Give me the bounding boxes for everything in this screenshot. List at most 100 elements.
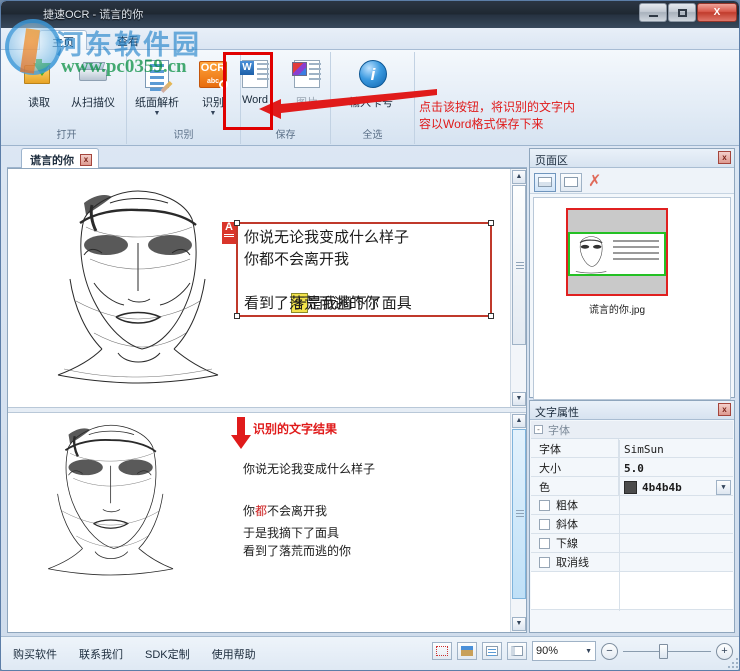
scroll-up-arrow-icon[interactable]: ▲ [512, 170, 526, 184]
ocr-text-zone[interactable]: A 你说无论我变成什么样子 你都不会离开我 于是我摘下了面具 看到了落荒而逃的你 [222, 220, 494, 319]
checkbox-row-underline[interactable]: 下線 [531, 534, 733, 553]
close-icon[interactable]: x [718, 151, 731, 164]
ribbon-button-label: 从扫描仪 [71, 97, 115, 109]
resize-handle[interactable] [234, 313, 240, 319]
recognized-text-line[interactable]: 你都不会离开我 [243, 503, 503, 520]
chevron-down-icon[interactable]: ▼ [585, 648, 592, 655]
checkbox-label: 粗体 [556, 500, 578, 512]
page-thumbnail-item[interactable]: 谎言的你.jpg [566, 208, 668, 316]
property-key: 大小 [531, 458, 619, 476]
thumbnail-text-lines [613, 240, 659, 264]
page-thumbnail-list[interactable]: 谎言的你.jpg [533, 197, 731, 400]
scroll-up-arrow-icon[interactable]: ▲ [512, 414, 526, 428]
source-pane-scrollbar[interactable]: ▲ ▼ [510, 169, 526, 407]
checkbox-row-strikethrough[interactable]: 取消线 [531, 553, 733, 572]
view-mode-split-button[interactable] [507, 642, 527, 660]
resize-grip-icon[interactable] [728, 658, 738, 668]
checkbox[interactable] [539, 518, 550, 530]
checkbox[interactable] [539, 499, 550, 511]
scrollbar-thumb[interactable] [512, 185, 526, 345]
property-row-font-color[interactable]: 色 4b4b4b ▼ [531, 477, 733, 496]
checkbox-row-italic[interactable]: 斜体 [531, 515, 733, 534]
thumbnail-caption: 谎言的你.jpg [588, 305, 646, 316]
annotation-arrow-word [259, 89, 437, 119]
page-analysis-icon [140, 56, 174, 94]
property-row-font-size[interactable]: 大小 5.0 [531, 458, 733, 477]
document-tab[interactable]: 谎言的你 x [21, 148, 99, 168]
minimize-button[interactable] [639, 3, 667, 22]
result-pane-scrollbar[interactable]: ▲ ▼ [510, 413, 526, 632]
property-value[interactable]: SimSun [619, 439, 733, 457]
checkbox-row-bold[interactable]: 粗体 [531, 496, 733, 515]
window-title: 捷速OCR - 谎言的你 [43, 9, 144, 21]
page-panel-header: 页面区 x [530, 149, 734, 168]
view-mode-fit-page-button[interactable] [432, 642, 452, 660]
maximize-button[interactable] [668, 3, 696, 22]
link-help[interactable]: 使用帮助 [212, 646, 256, 662]
scroll-down-arrow-icon[interactable]: ▼ [512, 392, 526, 406]
empty-property-row [531, 572, 733, 610]
source-image-pane[interactable]: A 你说无论我变成什么样子 你都不会离开我 于是我摘下了面具 看到了落荒而逃的你… [8, 169, 526, 407]
thumbnail-selection-frame [566, 208, 668, 296]
property-key: 色 [531, 477, 619, 495]
property-value[interactable]: 5.0 [619, 458, 733, 476]
tab-home[interactable]: 主页 [39, 30, 87, 50]
font-panel-title: 文字属性 [535, 407, 579, 419]
annotation-result-note: 识别的文字结果 [253, 422, 338, 436]
view-mode-text-button[interactable] [482, 642, 502, 660]
view-mode-image-button[interactable] [457, 642, 477, 660]
document-viewer: A 你说无论我变成什么样子 你都不会离开我 于是我摘下了面具 看到了落荒而逃的你… [7, 168, 527, 633]
delete-page-icon[interactable]: ✗ [588, 174, 601, 190]
ribbon-group-label: 识别 [173, 130, 194, 141]
page-panel: 页面区 x ✗ 谎言的你.jpg [529, 148, 735, 400]
close-button[interactable]: X [697, 3, 737, 22]
close-icon[interactable]: x [80, 153, 92, 166]
document-tab-label: 谎言的你 [30, 154, 74, 167]
slider-thumb[interactable] [659, 643, 668, 659]
ribbon-group-label: 保存 [275, 130, 296, 141]
annotation-arrow-result [231, 417, 251, 449]
chevron-down-icon[interactable]: ▼ [716, 479, 731, 495]
thumbnail-view-button[interactable] [534, 172, 556, 192]
font-properties-panel: 文字属性 x - 字体 字体 SimSun 大小 5.0 色 4b4b4b ▼ … [529, 400, 735, 633]
property-value-wrap[interactable]: 4b4b4b ▼ [619, 477, 733, 495]
result-face-illustration [42, 419, 179, 583]
zoom-level-select[interactable]: 90% ▼ [532, 641, 596, 661]
font-panel-header: 文字属性 x [530, 401, 734, 420]
ribbon-button-read[interactable]: 读取 [11, 56, 67, 122]
zoom-slider[interactable] [623, 643, 711, 660]
tab-view[interactable]: 查看 [105, 30, 151, 50]
resize-handle[interactable] [234, 220, 240, 226]
ribbon-button-label: 读取 [28, 97, 50, 109]
result-pane[interactable]: 识别的文字结果 你说无论我变成什么样子 你都不会离开我 于是我摘下了面具 看到了… [8, 413, 526, 632]
chevron-down-icon[interactable]: ▼ [210, 110, 217, 117]
color-swatch [624, 480, 637, 494]
ribbon-button-from-scanner[interactable]: 从扫描仪 [65, 56, 121, 122]
recognized-text-line[interactable]: 你说无论我变成什么样子 [243, 461, 503, 478]
font-group-header[interactable]: - 字体 [531, 421, 733, 439]
recognized-text-line[interactable]: 看到了落荒而逃的你 [243, 543, 503, 560]
checkbox[interactable] [539, 556, 550, 568]
zoom-out-button[interactable]: − [601, 642, 618, 660]
link-buy-software[interactable]: 购买软件 [13, 646, 57, 662]
property-key: 字体 [531, 439, 619, 457]
collapse-toggle-icon[interactable]: - [534, 425, 543, 434]
handwritten-line: 你说无论我变成什么样子 [244, 228, 410, 246]
link-sdk-custom[interactable]: SDK定制 [145, 646, 190, 662]
list-view-button[interactable] [560, 172, 582, 192]
ribbon-button-page-analysis[interactable]: 纸面解析 ▼ [129, 56, 185, 122]
close-icon[interactable]: x [718, 403, 731, 416]
ribbon-group-open: 读取 从扫描仪 打开 [7, 52, 127, 144]
recognized-text-line[interactable]: 于是我摘下了面具 [243, 525, 503, 542]
link-contact-us[interactable]: 联系我们 [79, 646, 123, 662]
checkbox[interactable] [539, 537, 550, 549]
zoom-in-button[interactable]: + [716, 642, 733, 660]
chevron-down-icon[interactable]: ▼ [154, 110, 161, 117]
scrollbar-thumb[interactable] [512, 429, 526, 599]
open-folder-icon [22, 56, 56, 92]
ribbon-group-label: 全选 [362, 130, 383, 141]
property-row-font-family[interactable]: 字体 SimSun [531, 439, 733, 458]
scroll-down-arrow-icon[interactable]: ▼ [512, 617, 526, 631]
page-panel-title: 页面区 [535, 155, 568, 167]
grid-column-divider [619, 440, 620, 611]
